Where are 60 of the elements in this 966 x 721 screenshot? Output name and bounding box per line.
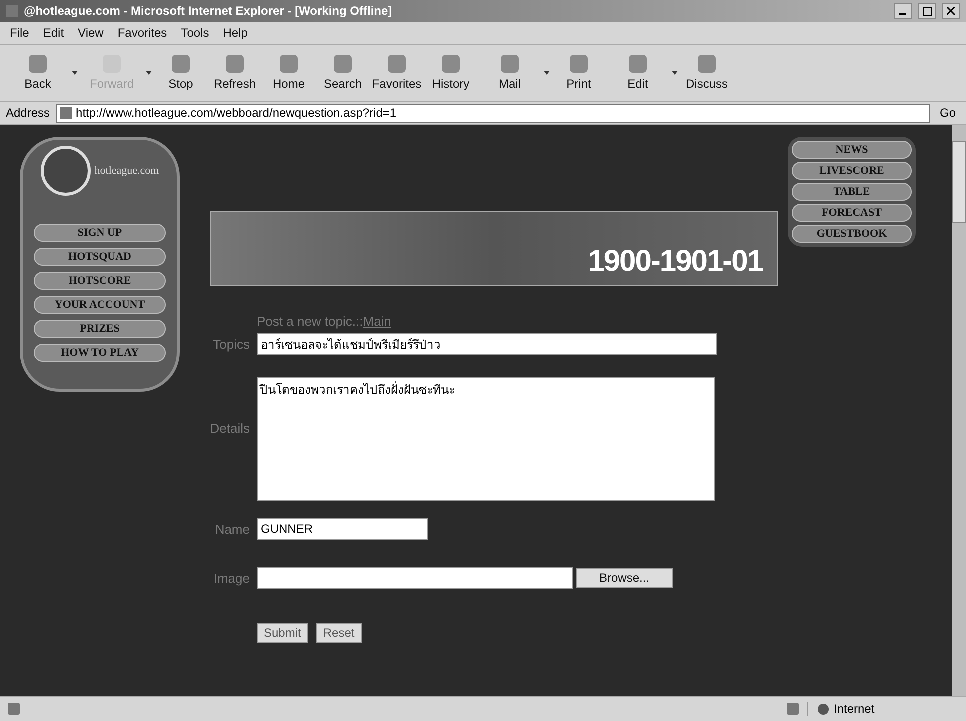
scrollbar[interactable]	[952, 125, 966, 696]
page-icon	[60, 107, 72, 119]
toolbar-button[interactable]: Favorites	[372, 55, 422, 91]
field-label: Name	[214, 522, 250, 536]
name-field[interactable]: GUNNER	[257, 518, 428, 540]
field-label: Details	[209, 420, 250, 436]
toolbar-button[interactable]: Edit	[608, 55, 668, 91]
nav-button[interactable]: NEWS	[792, 141, 912, 159]
menu-item[interactable]: File	[10, 26, 30, 40]
toolbar-button[interactable]: Discuss	[682, 55, 732, 91]
nav-button[interactable]: SIGN UP	[34, 224, 166, 242]
caret-icon[interactable]	[72, 71, 78, 75]
nav-button[interactable]: LIVESCORE	[792, 162, 912, 180]
field-label: Topics	[212, 336, 250, 352]
globe-icon	[818, 704, 829, 714]
toolbar-button[interactable]: History	[426, 55, 476, 91]
menu-item[interactable]: Help	[223, 26, 248, 40]
toolbar-button[interactable]: Print	[554, 55, 604, 91]
toolbar-button[interactable]: Refresh	[210, 55, 260, 91]
toolbar-button[interactable]: Search	[318, 55, 368, 91]
form-button[interactable]: Reset	[316, 623, 362, 643]
form-button[interactable]: Submit	[257, 623, 308, 643]
menu-item[interactable]: View	[78, 26, 104, 40]
toolbar-button[interactable]: Back	[8, 55, 68, 91]
maximize-button[interactable]	[918, 3, 936, 19]
maximize-icon	[922, 6, 932, 16]
nav-button[interactable]: HOW TO PLAY	[34, 344, 166, 362]
close-icon	[947, 7, 955, 15]
banner-title: 1900-1901-01	[588, 245, 763, 279]
nav-button[interactable]: HOTSCORE	[34, 272, 166, 290]
form-heading: Post a new topic.::Main	[257, 314, 392, 329]
window-title: @hotleague.com - Microsoft Internet Explorer - [Working Offline]	[24, 4, 394, 18]
browse-button[interactable]: Browse...	[576, 568, 673, 588]
caret-icon[interactable]	[544, 71, 550, 75]
nav-button[interactable]: FORECAST	[792, 204, 912, 222]
file-field[interactable]	[257, 567, 573, 589]
minimize-button[interactable]	[894, 3, 912, 19]
logo-text: hotleague.com	[94, 165, 160, 177]
nav-button[interactable]: PRIZES	[34, 320, 166, 338]
go-button[interactable]: Go	[936, 106, 960, 120]
menu-item[interactable]: Tools	[181, 26, 210, 40]
nav-button[interactable]: GUESTBOOK	[792, 225, 912, 243]
toolbar-button[interactable]: Home	[264, 55, 314, 91]
topic-field[interactable]: อาร์เซนอลจะได้แชมป์พรีเมียร์รึป่าว	[257, 333, 717, 355]
nav-button[interactable]: HOTSQUAD	[34, 248, 166, 266]
logo-icon	[40, 146, 91, 196]
toolbar-button[interactable]: Mail	[480, 55, 540, 91]
nav-button[interactable]: YOUR ACCOUNT	[34, 296, 166, 314]
page-icon	[8, 703, 20, 715]
close-button[interactable]	[942, 3, 960, 19]
toolbar-button[interactable]: Stop	[156, 55, 206, 91]
zone-label: Internet	[834, 702, 875, 716]
field-label: Image	[212, 570, 250, 586]
address-label: Address	[6, 106, 50, 120]
details-field[interactable]: ปืนโตของพวกเราคงไปถึงฝั่งฝันซะทีนะ	[257, 377, 715, 501]
menu-item[interactable]: Favorites	[118, 26, 168, 40]
menu-item[interactable]: Edit	[43, 26, 64, 40]
caret-icon[interactable]	[672, 71, 678, 75]
nav-button[interactable]: TABLE	[792, 183, 912, 201]
address-field[interactable]: http://www.hotleague.com/webboard/newquestion.asp?rid=1	[56, 104, 930, 122]
